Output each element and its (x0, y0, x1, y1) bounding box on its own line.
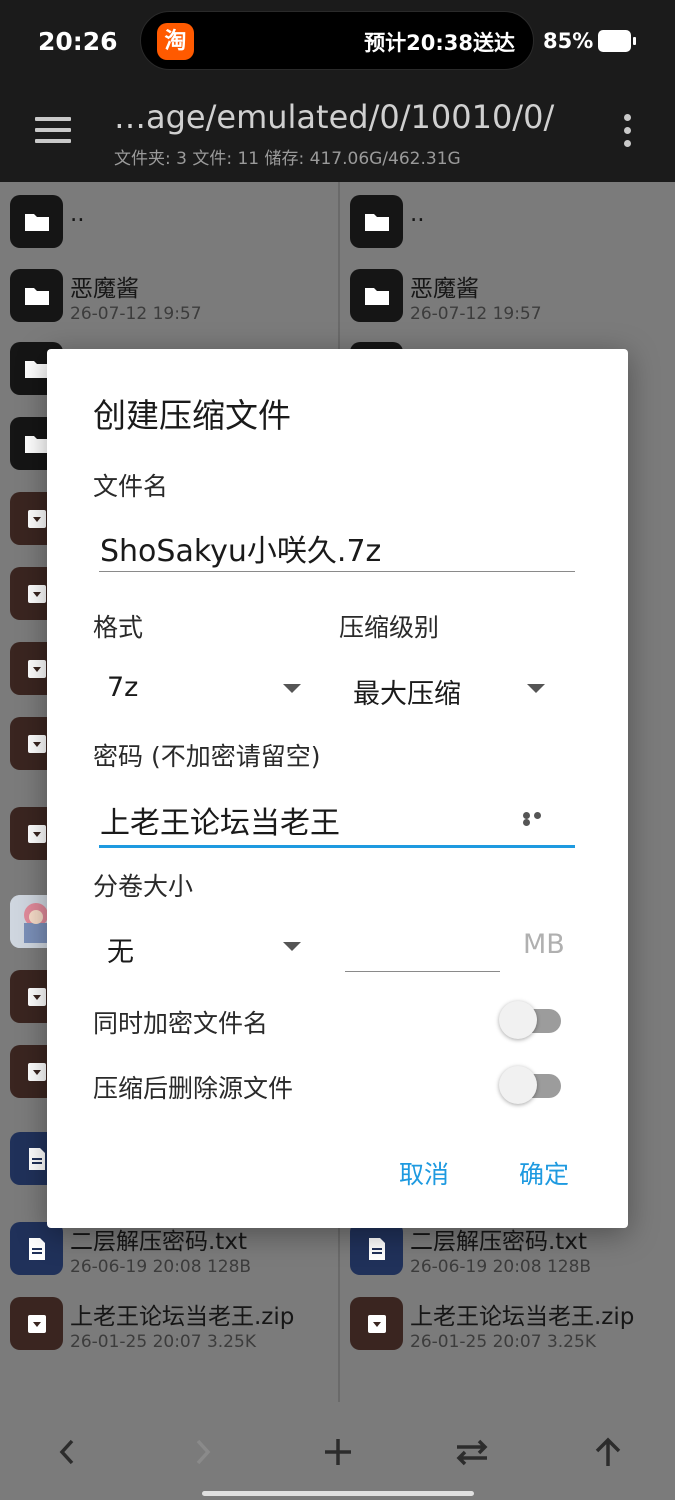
filename-underline (99, 571, 575, 572)
password-input[interactable]: 上老王论坛当老王 (100, 798, 340, 842)
taobao-app-icon: 淘 (157, 23, 194, 60)
parent-dir-item[interactable]: .. (340, 195, 675, 265)
password-label: 密码 (不加密请留空) (93, 742, 321, 771)
file-name: 恶魔酱 (410, 276, 479, 302)
compression-level-label: 压缩级别 (339, 613, 440, 642)
file-meta: 26-06-19 20:08 128B (410, 1257, 592, 1277)
list-item[interactable]: 上老王论坛当老王.zip 26-01-25 20:07 3.25K (0, 1297, 337, 1367)
hamburger-icon[interactable] (35, 117, 71, 143)
split-size-unit: MB (523, 929, 565, 960)
delete-source-toggle[interactable] (499, 1066, 563, 1106)
bottom-action-bar (0, 1402, 675, 1500)
file-name: 上老王论坛当老王.zip (410, 1304, 635, 1330)
split-size-select[interactable]: 无 (107, 930, 134, 969)
dialog-title: 创建压缩文件 (93, 396, 291, 435)
file-name: .. (410, 201, 425, 227)
split-size-input[interactable] (345, 971, 500, 972)
file-meta: 26-06-19 20:08 128B (70, 1257, 252, 1277)
list-item[interactable]: 二层解压密码.txt 26-06-19 20:08 128B (340, 1222, 675, 1292)
chevron-down-icon[interactable] (527, 684, 545, 693)
folder-icon (10, 195, 63, 248)
file-meta: 26-07-12 19:57 (410, 304, 542, 324)
chevron-right-icon[interactable] (183, 1432, 223, 1472)
app-toolbar: …age/emulated/0/10010/0/ 文件夹: 3 文件: 11 储… (0, 82, 675, 182)
current-path[interactable]: …age/emulated/0/10010/0/ (114, 98, 554, 136)
delete-source-label: 压缩后删除源文件 (93, 1074, 294, 1103)
swap-icon[interactable] (452, 1432, 492, 1472)
plus-icon[interactable] (318, 1432, 358, 1472)
filename-label: 文件名 (93, 472, 169, 501)
parent-dir-item[interactable]: .. (0, 195, 337, 265)
battery-percent: 85% (543, 29, 594, 53)
create-archive-dialog: 创建压缩文件 文件名 ShoSakyu小咲久.7z 格式 压缩级别 7z 最大压… (47, 349, 628, 1228)
home-indicator[interactable] (202, 1491, 474, 1496)
chevron-left-icon[interactable] (47, 1432, 87, 1472)
battery-icon (598, 30, 636, 52)
list-item[interactable]: 恶魔酱 26-07-12 19:57 (0, 269, 337, 339)
island-delivery-text: 预计20:38送达 (364, 31, 515, 55)
archive-icon (10, 1297, 63, 1350)
ok-button[interactable]: 确定 (519, 1155, 569, 1191)
list-item[interactable]: 恶魔酱 26-07-12 19:57 (340, 269, 675, 339)
file-name: 上老王论坛当老王.zip (70, 1304, 295, 1330)
format-label: 格式 (93, 613, 144, 642)
filename-input[interactable]: ShoSakyu小咲久.7z (100, 526, 381, 570)
encrypt-filenames-label: 同时加密文件名 (93, 1009, 269, 1038)
cancel-button[interactable]: 取消 (399, 1155, 449, 1191)
split-size-label: 分卷大小 (93, 872, 194, 901)
archive-icon (350, 1297, 403, 1350)
status-time: 20:26 (38, 27, 118, 56)
folder-icon (350, 269, 403, 322)
password-underline (99, 845, 575, 848)
chevron-down-icon[interactable] (283, 942, 301, 951)
chevron-down-icon[interactable] (283, 684, 301, 693)
file-name: 恶魔酱 (70, 276, 139, 302)
folder-icon (10, 269, 63, 322)
file-meta: 26-01-25 20:07 3.25K (70, 1332, 256, 1352)
dynamic-island[interactable]: 淘 预计20:38送达 (140, 11, 534, 70)
folder-icon (350, 195, 403, 248)
file-meta: 26-07-12 19:57 (70, 304, 202, 324)
encrypt-filenames-toggle[interactable] (499, 1001, 563, 1041)
list-item[interactable]: 二层解压密码.txt 26-06-19 20:08 128B (0, 1222, 337, 1292)
storage-summary: 文件夹: 3 文件: 11 储存: 417.06G/462.31G (114, 149, 461, 169)
compression-level-select[interactable]: 最大压缩 (353, 672, 461, 711)
text-file-icon (10, 1222, 63, 1275)
status-bar: 20:26 淘 预计20:38送达 85% (0, 0, 675, 82)
file-name: .. (70, 201, 85, 227)
arrow-up-icon[interactable] (588, 1432, 628, 1472)
format-select[interactable]: 7z (107, 672, 138, 703)
list-item[interactable]: 上老王论坛当老王.zip 26-01-25 20:07 3.25K (340, 1297, 675, 1367)
password-toggle-icon[interactable] (523, 812, 555, 826)
file-meta: 26-01-25 20:07 3.25K (410, 1332, 596, 1352)
text-file-icon (350, 1222, 403, 1275)
more-vert-icon[interactable] (624, 114, 632, 150)
